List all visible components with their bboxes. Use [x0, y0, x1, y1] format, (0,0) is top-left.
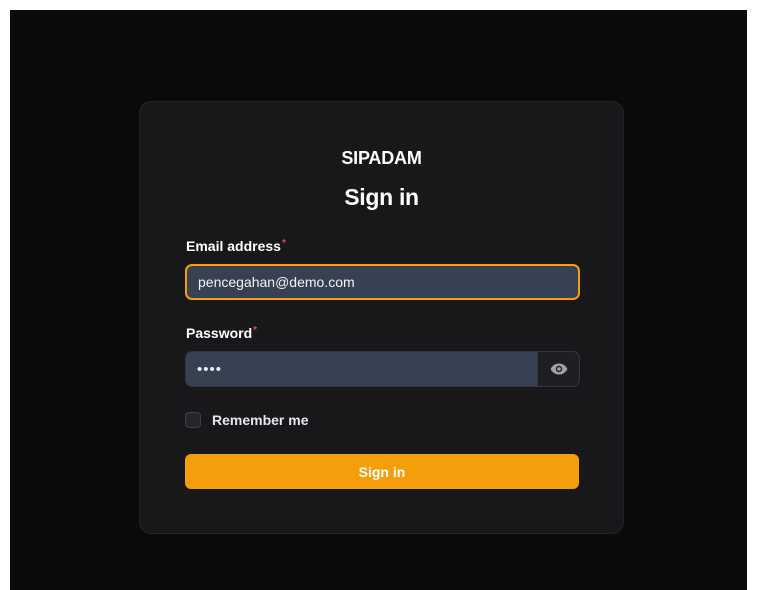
remember-me-label[interactable]: Remember me — [212, 412, 309, 428]
required-indicator: * — [281, 238, 286, 249]
password-label-text: Password — [186, 325, 253, 341]
password-field-wrapper — [185, 351, 580, 387]
email-field-wrapper — [185, 264, 580, 300]
login-card: SIPADAM Sign in Email address* Password*… — [139, 101, 624, 534]
required-indicator: * — [253, 325, 258, 336]
remember-me-checkbox[interactable] — [185, 412, 201, 428]
remember-me-row: Remember me — [185, 412, 309, 428]
password-label: Password* — [186, 325, 257, 341]
email-label-text: Email address — [186, 238, 281, 254]
email-label: Email address* — [186, 238, 286, 254]
eye-icon — [550, 363, 567, 375]
email-input[interactable] — [187, 266, 578, 298]
password-input[interactable] — [186, 352, 538, 386]
page-title: Sign in — [344, 184, 419, 210]
login-page: SIPADAM Sign in Email address* Password*… — [10, 10, 747, 590]
brand-name: SIPADAM — [341, 148, 422, 168]
show-password-button[interactable] — [537, 352, 579, 386]
sign-in-button[interactable]: Sign in — [185, 454, 579, 489]
